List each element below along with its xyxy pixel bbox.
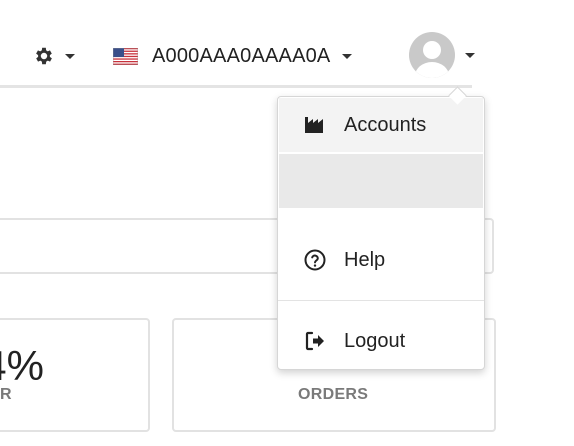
user-dropdown-menu: Accounts Help Logout (277, 96, 485, 370)
factory-icon (305, 117, 323, 133)
menu-item-help[interactable]: Help (279, 232, 483, 288)
chevron-down-icon (342, 53, 353, 59)
account-switcher[interactable]: A000AAA0AAAA0A (113, 42, 353, 70)
menu-item-label: Help (344, 248, 386, 271)
menu-divider (278, 300, 484, 301)
header-divider (0, 85, 472, 88)
orders-label: ORDERS (298, 386, 369, 403)
stat-label: R (0, 386, 12, 403)
account-id-label: A000AAA0AAAA0A (152, 44, 331, 67)
stat-value: 4% (0, 342, 44, 389)
menu-item-accounts[interactable]: Accounts (279, 98, 483, 152)
stat-card: 4% R (0, 318, 150, 432)
menu-item-blank[interactable] (279, 154, 483, 208)
user-menu-button[interactable] (409, 32, 475, 78)
user-avatar-icon (409, 32, 455, 78)
menu-item-label: Accounts (344, 113, 427, 136)
us-flag-icon (113, 47, 138, 65)
gear-icon (36, 47, 52, 65)
chevron-down-icon (465, 52, 475, 58)
menu-item-logout[interactable]: Logout (279, 315, 483, 367)
chevron-down-icon (65, 53, 75, 59)
menu-item-label: Logout (344, 329, 406, 352)
question-circle-icon (304, 249, 326, 271)
sign-out-icon (305, 331, 324, 351)
page: A000AAA0AAAA0A 4% R ORDERS (0, 0, 574, 446)
settings-menu-button[interactable] (33, 42, 75, 70)
